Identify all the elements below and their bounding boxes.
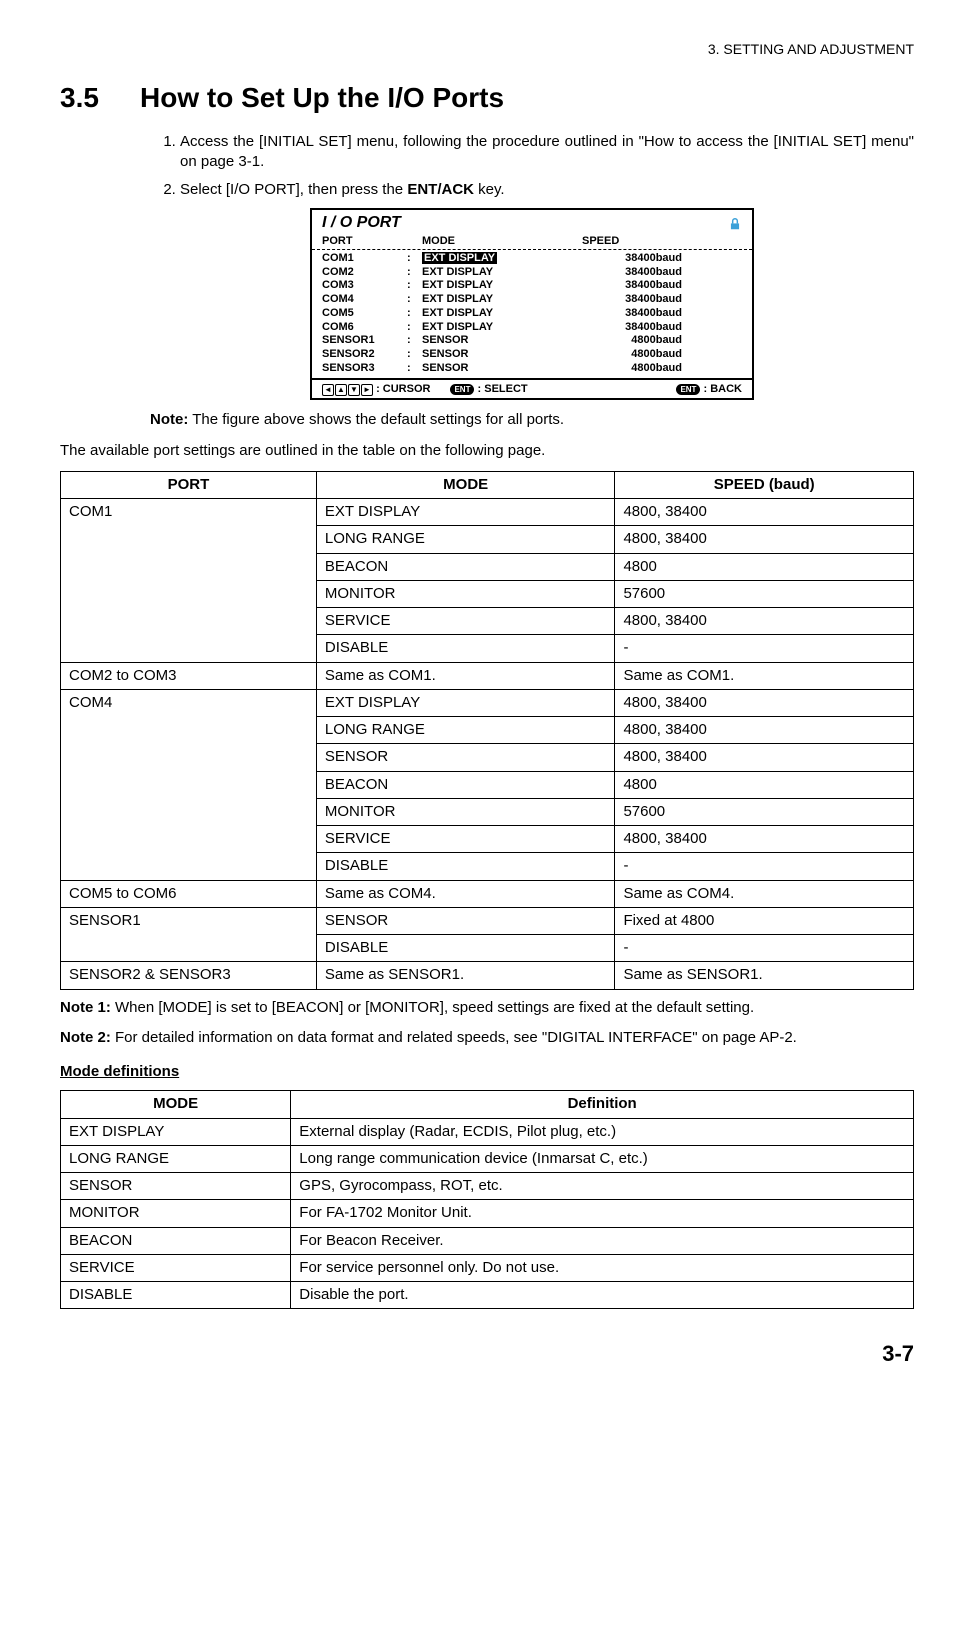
screen-row: COM3:EXT DISPLAY38400baud [322,279,742,293]
steps-list: Access the [INITIAL SET] menu, following… [150,132,914,201]
screen-header-mode: MODE [422,234,582,249]
chapter-header: 3. SETTING AND ADJUSTMENT [60,40,914,59]
ent-icon: ENT [676,384,700,395]
step-2-text-a: Select [I/O PORT], then press the [180,181,407,198]
section-title-text: How to Set Up the I/O Ports [140,82,504,113]
screen-row: COM2:EXT DISPLAY38400baud [322,266,742,280]
body-text: The available port settings are outlined… [60,441,914,461]
screen-row: SENSOR2:SENSOR4800baud [322,348,742,362]
mode-definitions-heading: Mode definitions [60,1062,914,1082]
note-text: The figure above shows the default setti… [188,411,564,428]
port-settings-table: PORT MODE SPEED (baud) COM1EXT DISPLAY48… [60,471,914,990]
mode-table-header-mode: MODE [61,1091,291,1118]
screen-row: SENSOR1:SENSOR4800baud [322,334,742,348]
table-row: SENSORGPS, Gyrocompass, ROT, etc. [61,1173,914,1200]
screen-row: COM6:EXT DISPLAY38400baud [322,321,742,335]
table-row: COM4EXT DISPLAY4800, 38400 [61,689,914,716]
arrow-icons: ◄▲▼► [322,384,373,396]
table-row: MONITORFor FA-1702 Monitor Unit. [61,1200,914,1227]
screen-row: SENSOR3:SENSOR4800baud [322,362,742,376]
step-1: Access the [INITIAL SET] menu, following… [180,132,914,173]
step-2: Select [I/O PORT], then press the ENT/AC… [180,180,914,200]
mode-table-header-def: Definition [291,1091,914,1118]
note-2-text: For detailed information on data format … [111,1029,797,1046]
section-number: 3.5 [60,79,140,117]
ent-icon: ENT [450,384,474,395]
port-table-header-port: PORT [61,471,317,498]
screen-row: COM5:EXT DISPLAY38400baud [322,307,742,321]
mode-definitions-table: MODE Definition EXT DISPLAYExternal disp… [60,1090,914,1309]
step-2-key: ENT/ACK [407,181,474,198]
note-after-screen: Note: The figure above shows the default… [150,410,914,430]
screen-row: COM4:EXT DISPLAY38400baud [322,293,742,307]
table-row: COM5 to COM6Same as COM4.Same as COM4. [61,880,914,907]
screen-header-speed: SPEED [582,234,702,249]
table-row: SENSOR1SENSORFixed at 4800 [61,907,914,934]
table-row: DISABLEDisable the port. [61,1282,914,1309]
table-row: COM2 to COM3Same as COM1.Same as COM1. [61,662,914,689]
io-port-screen: I / O PORT PORT MODE SPEED COM1:EXT DISP… [310,208,754,400]
note-2: Note 2: For detailed information on data… [60,1028,914,1048]
section-title: 3.5How to Set Up the I/O Ports [60,79,914,117]
port-table-header-speed: SPEED (baud) [615,471,914,498]
note-2-label: Note 2: [60,1029,111,1046]
footer-back: : BACK [704,383,743,395]
note-1: Note 1: When [MODE] is set to [BEACON] o… [60,998,914,1018]
step-2-text-c: key. [474,181,505,198]
screen-rows: COM1:EXT DISPLAY38400baudCOM2:EXT DISPLA… [312,250,752,378]
screen-column-headers: PORT MODE SPEED [312,234,752,250]
table-row: LONG RANGELong range communication devic… [61,1145,914,1172]
screen-title: I / O PORT [322,212,401,234]
screen-footer: ◄▲▼► : CURSOR ENT : SELECT ENT : BACK [312,378,752,399]
screen-header-port: PORT [322,234,422,249]
table-row: BEACONFor Beacon Receiver. [61,1227,914,1254]
table-row: SENSOR2 & SENSOR3Same as SENSOR1.Same as… [61,962,914,989]
note-1-text: When [MODE] is set to [BEACON] or [MONIT… [111,999,754,1016]
note-1-label: Note 1: [60,999,111,1016]
screen-row: COM1:EXT DISPLAY38400baud [322,252,742,266]
port-table-header-mode: MODE [316,471,615,498]
note-label: Note: [150,411,188,428]
table-row: COM1EXT DISPLAY4800, 38400 [61,499,914,526]
lock-icon [728,216,742,230]
table-row: EXT DISPLAYExternal display (Radar, ECDI… [61,1118,914,1145]
page-number: 3-7 [60,1339,914,1369]
footer-cursor: : CURSOR [376,383,430,395]
table-row: SERVICEFor service personnel only. Do no… [61,1254,914,1281]
footer-select: : SELECT [478,383,528,395]
